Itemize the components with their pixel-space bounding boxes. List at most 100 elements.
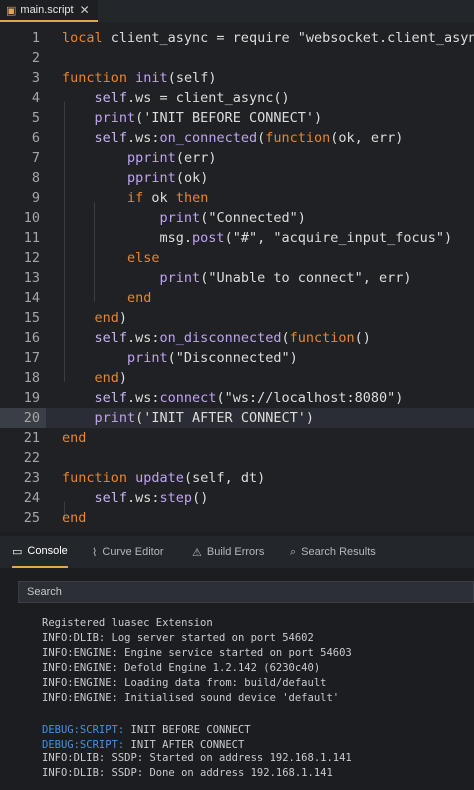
line-number: 13 [23, 270, 40, 286]
console-log-line: DEBUG:SCRIPT: INIT BEFORE CONNECT [42, 723, 251, 738]
line-number: 22 [23, 450, 40, 466]
console-icon: ▭ [12, 544, 23, 558]
log-text: INFO:DLIB: SSDP: Done on address 192.168… [42, 767, 333, 779]
code-text[interactable]: end [62, 288, 151, 308]
code-text[interactable]: self.ws:step() [62, 488, 209, 508]
code-line[interactable]: 18 end) [0, 368, 474, 388]
code-line[interactable]: 9 if ok then [0, 188, 474, 208]
code-text[interactable]: print('INIT AFTER CONNECT') [62, 408, 314, 428]
tab-label: Search Results [301, 546, 376, 558]
code-line[interactable]: 17 print("Disconnected") [0, 348, 474, 368]
code-line[interactable]: 3 function init(self) [0, 68, 474, 88]
line-number: 7 [31, 150, 40, 166]
code-line[interactable]: 24 self.ws:step() [0, 488, 474, 508]
code-text[interactable]: end) [62, 368, 128, 388]
line-number: 9 [31, 190, 40, 206]
console-log-line: INFO:DLIB: SSDP: Started on address 192.… [42, 751, 352, 766]
log-text: INIT BEFORE CONNECT [124, 724, 251, 736]
code-text[interactable]: function init(self) [62, 68, 216, 88]
code-line[interactable]: 5 print('INIT BEFORE CONNECT') [0, 108, 474, 128]
code-line[interactable]: 12 else [0, 248, 474, 268]
line-number: 12 [23, 250, 40, 266]
code-line[interactable]: 16 self.ws:on_disconnected(function() [0, 328, 474, 348]
code-line[interactable]: 11 msg.post("#", "acquire_input_focus") [0, 228, 474, 248]
code-line[interactable]: 8 pprint(ok) [0, 168, 474, 188]
console-log-line: Registered luasec Extension [42, 616, 213, 631]
code-text[interactable]: msg.post("#", "acquire_input_focus") [62, 228, 453, 248]
code-line[interactable]: 10 print("Connected") [0, 208, 474, 228]
curve-editor-icon: ⌇ [92, 545, 98, 559]
line-number: 14 [23, 290, 40, 306]
code-text[interactable]: pprint(err) [62, 148, 216, 168]
code-text[interactable]: print("Connected") [62, 208, 306, 228]
line-number: 3 [31, 70, 40, 86]
console-log-line: INFO:DLIB: SSDP: Done on address 192.168… [42, 766, 333, 781]
debug-prefix: DEBUG:SCRIPT: [42, 739, 125, 751]
line-number: 8 [31, 170, 40, 186]
debug-prefix: DEBUG:SCRIPT: [42, 724, 125, 736]
log-text: INFO:ENGINE: Engine service started on p… [42, 647, 352, 659]
tab-curve-editor[interactable]: ⌇ Curve Editor [92, 536, 164, 568]
line-number: 17 [23, 350, 40, 366]
code-line[interactable]: 6 self.ws:on_connected(function(ok, err) [0, 128, 474, 148]
tab-console[interactable]: ▭ Console [12, 536, 68, 568]
line-number: 10 [23, 210, 40, 226]
code-text[interactable]: if ok then [62, 188, 208, 208]
line-number: 25 [23, 510, 40, 526]
tab-main-script[interactable]: ▣ main.script ✕ [0, 0, 98, 22]
code-text[interactable]: pprint(ok) [62, 168, 208, 188]
code-text[interactable]: end [62, 428, 86, 448]
log-text: INFO:DLIB: SSDP: Started on address 192.… [42, 752, 352, 764]
line-number: 18 [23, 370, 40, 386]
code-line[interactable]: 4 self.ws = client_async() [0, 88, 474, 108]
tab-search-results[interactable]: ⌕ Search Results [290, 536, 376, 568]
code-line[interactable]: 25 end [0, 508, 474, 528]
line-number: 24 [23, 490, 40, 506]
tab-label: Console [27, 545, 68, 557]
line-number: 6 [31, 130, 40, 146]
script-file-icon: ▣ [6, 3, 17, 17]
console-panel: Search Registered luasec Extension INFO:D… [0, 568, 474, 790]
console-search-input[interactable]: Search [18, 581, 474, 603]
line-number: 1 [31, 30, 40, 46]
code-line[interactable]: 23 function update(self, dt) [0, 468, 474, 488]
code-line[interactable]: 20 print('INIT AFTER CONNECT') [0, 408, 474, 428]
build-errors-icon: ⚠ [192, 545, 202, 559]
code-text[interactable]: end) [62, 308, 128, 328]
line-number: 19 [23, 390, 40, 406]
code-text[interactable]: print('INIT BEFORE CONNECT') [62, 108, 323, 128]
code-editor[interactable]: 1 local client_async = require "websocket… [0, 22, 474, 532]
code-line[interactable]: 7 pprint(err) [0, 148, 474, 168]
code-line[interactable]: 21 end [0, 428, 474, 448]
line-number: 4 [31, 90, 40, 106]
code-line[interactable]: 1 local client_async = require "websocket… [0, 28, 474, 48]
console-log-line: INFO:ENGINE: Initialised sound device 'd… [42, 691, 339, 706]
close-icon[interactable]: ✕ [80, 3, 90, 17]
code-line[interactable]: 22 [0, 448, 474, 468]
code-text[interactable]: end [62, 508, 86, 528]
code-text[interactable]: self.ws:connect("ws://localhost:8080") [62, 388, 404, 408]
bottom-panel-tabs: ▭ Console ⌇ Curve Editor ⚠ Build Errors ⌕ Searc… [0, 536, 474, 568]
log-text: INIT AFTER CONNECT [124, 739, 245, 751]
code-text[interactable]: self.ws:on_connected(function(ok, err) [62, 128, 404, 148]
code-line[interactable]: 15 end) [0, 308, 474, 328]
line-number: 2 [31, 50, 40, 66]
line-number: 20 [0, 408, 46, 428]
code-text[interactable]: else [62, 248, 160, 268]
search-results-icon: ⌕ [290, 545, 297, 558]
code-text[interactable]: local client_async = require "websocket.… [62, 28, 474, 48]
code-text[interactable]: self.ws = client_async() [62, 88, 290, 108]
code-text[interactable]: self.ws:on_disconnected(function() [62, 328, 371, 348]
code-line[interactable]: 14 end [0, 288, 474, 308]
log-text: INFO:ENGINE: Initialised sound device 'd… [42, 692, 340, 704]
code-text[interactable]: function update(self, dt) [62, 468, 265, 488]
code-line[interactable]: 2 [0, 48, 474, 68]
tab-build-errors[interactable]: ⚠ Build Errors [192, 536, 264, 568]
log-text: Registered luasec Extension [42, 617, 213, 629]
code-line[interactable]: 13 print("Unable to connect", err) [0, 268, 474, 288]
console-log-line: INFO:ENGINE: Loading data from: build/de… [42, 676, 326, 691]
code-text[interactable]: print("Unable to connect", err) [62, 268, 412, 288]
code-text[interactable]: print("Disconnected") [62, 348, 298, 368]
line-number: 21 [23, 430, 40, 446]
code-line[interactable]: 19 self.ws:connect("ws://localhost:8080"… [0, 388, 474, 408]
